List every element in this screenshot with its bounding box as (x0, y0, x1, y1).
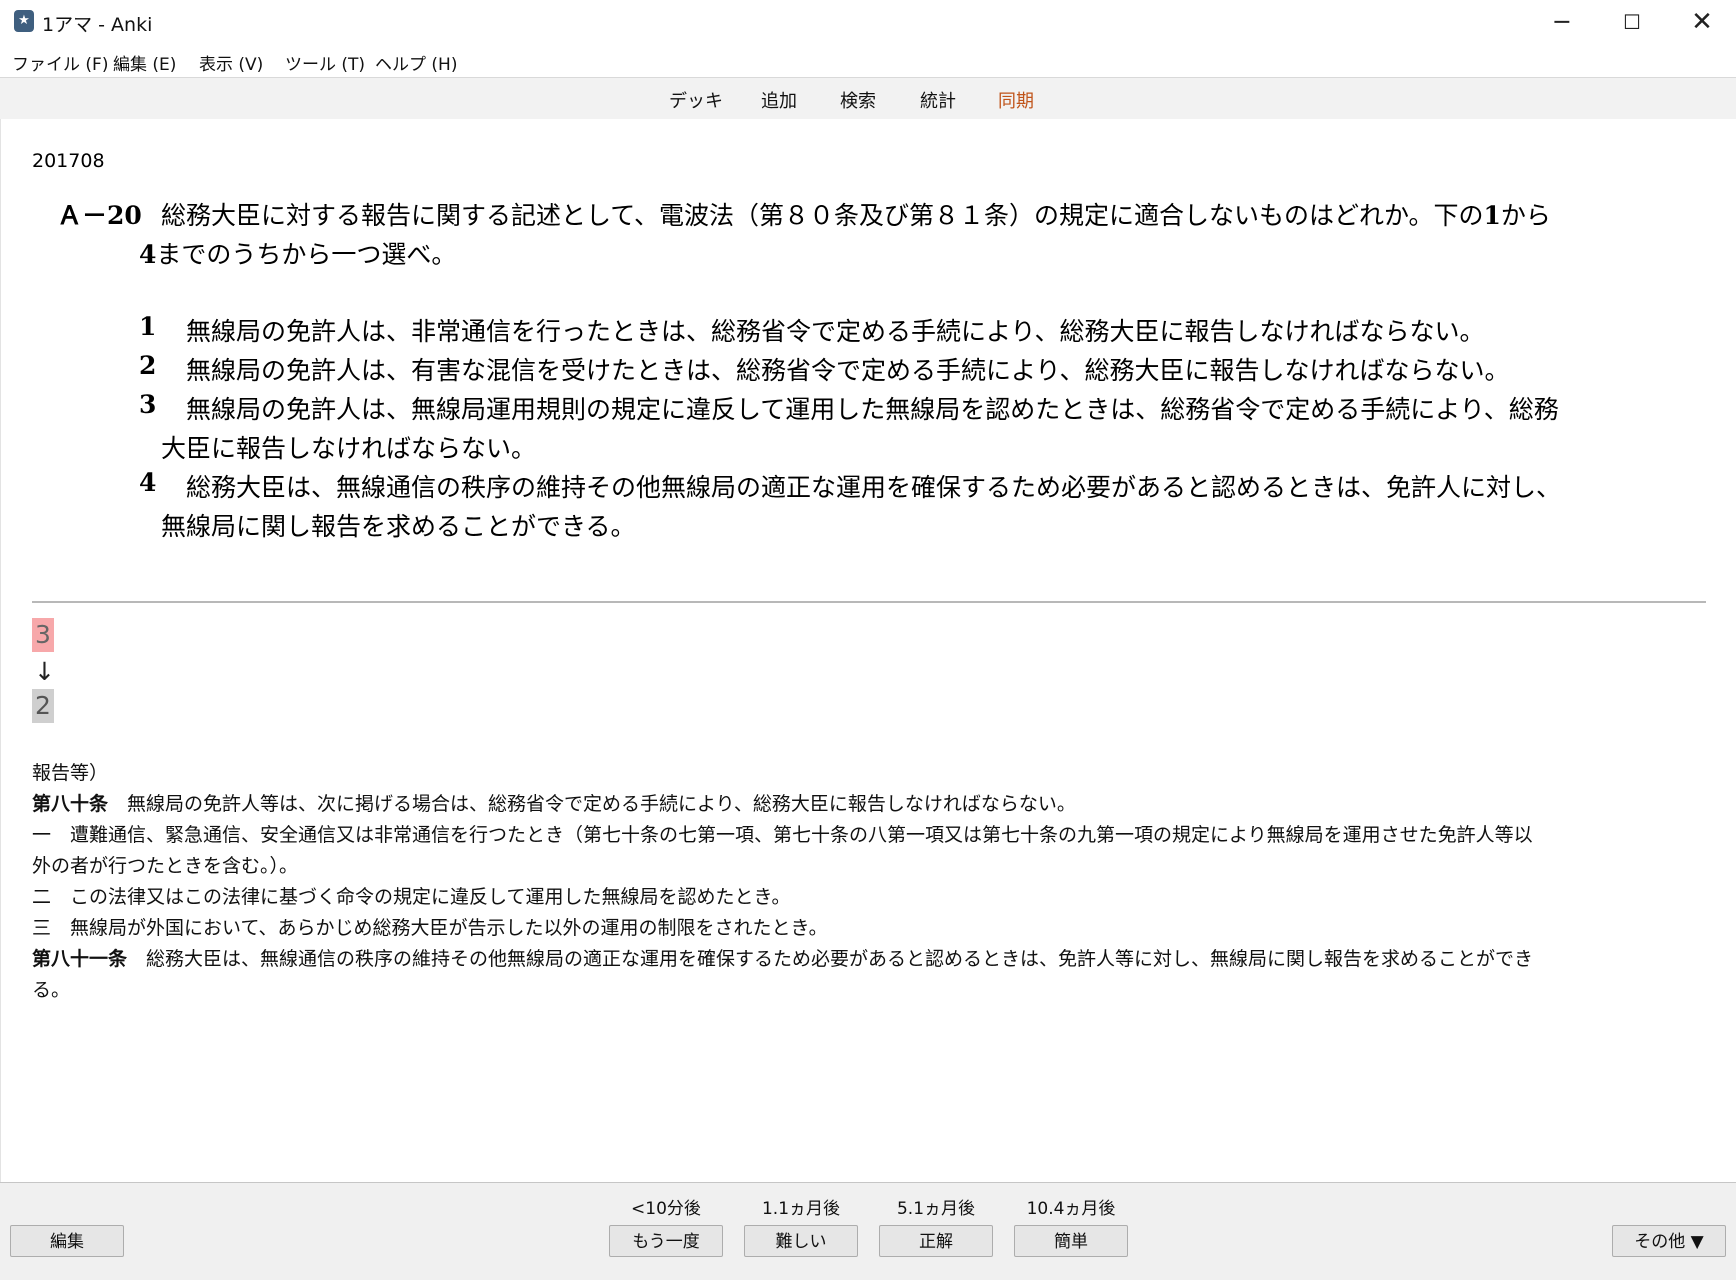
toolbar-browse[interactable]: 検索 (840, 87, 876, 113)
option-number: 2 (139, 351, 157, 380)
title-bar: ★ 1アマ - Anki ─ ☐ ✕ (0, 0, 1736, 46)
down-arrow-icon: ↓ (34, 657, 55, 686)
menu-tools[interactable]: ツール (T) (285, 50, 365, 75)
option-text: 無線局の免許人は、無線局運用規則の規定に違反して運用した無線局を認めたときは、総… (186, 395, 1559, 424)
menu-edit[interactable]: 編集 (E) (113, 50, 176, 75)
option-text-continued: 無線局に関し報告を求めることができる。 (161, 512, 636, 541)
law-item-1: 一 遭難通信、緊急通信、安全通信又は非常通信を行つたとき（第七十条の七第一項、第… (32, 824, 1533, 846)
answer-bar: 編集 <10分後 1.1ヵ月後 5.1ヵ月後 10.4ヵ月後 もう一度 難しい … (0, 1182, 1736, 1280)
hard-button[interactable]: 難しい (744, 1225, 858, 1257)
more-button[interactable]: その他 ▼ (1612, 1225, 1726, 1257)
menu-bar: ファイル (F) 編集 (E) 表示 (V) ツール (T) ヘルプ (H) (0, 46, 1736, 76)
menu-view[interactable]: 表示 (V) (199, 50, 263, 75)
option-number: 3 (139, 390, 157, 419)
interval-again: <10分後 (631, 1199, 701, 1219)
toolbar-sync[interactable]: 同期 (998, 87, 1034, 113)
toolbar-decks[interactable]: デッキ (669, 87, 723, 113)
option-text: 無線局の免許人は、非常通信を行ったときは、総務省令で定める手続により、総務大臣に… (186, 317, 1485, 346)
again-button[interactable]: もう一度 (609, 1225, 723, 1257)
law-item-3: 三 無線局が外国において、あらかじめ総務大臣が告示した以外の運用の制限をされたと… (32, 917, 828, 939)
menu-help[interactable]: ヘルプ (H) (375, 50, 457, 75)
law-heading: 報告等） (32, 762, 109, 784)
question-label: Ａ－20 (57, 201, 142, 230)
option-text-continued: 大臣に報告しなければならない。 (161, 434, 537, 463)
menu-file[interactable]: ファイル (F) (12, 50, 108, 75)
question-text-line2: 4までのうちから一つ選べ。 (139, 240, 457, 269)
main-toolbar: デッキ 追加 検索 統計 同期 (0, 77, 1736, 120)
law-item-2: 二 この法律又はこの法律に基づく命令の規定に違反して運用した無線局を認めたとき。 (32, 886, 791, 908)
law-article-81: 第八十一条 総務大臣は、無線通信の秩序の維持その他無線局の適正な運用を確保するた… (32, 948, 1534, 970)
toolbar-add[interactable]: 追加 (761, 87, 797, 113)
typed-answer: 3 (32, 618, 54, 652)
card-review-area: 201708 Ａ－20 総務大臣に対する報告に関する記述として、電波法（第８０条… (0, 119, 1736, 1182)
interval-hard: 1.1ヵ月後 (761, 1199, 841, 1219)
minimize-icon[interactable]: ─ (1527, 0, 1597, 46)
edit-button[interactable]: 編集 (10, 1225, 124, 1257)
anki-star-icon: ★ (14, 10, 34, 32)
toolbar-stats[interactable]: 統計 (920, 87, 956, 113)
option-text: 総務大臣は、無線通信の秩序の維持その他無線局の適正な運用を確保するため必要がある… (186, 473, 1562, 502)
answer-divider (32, 601, 1706, 603)
correct-answer: 2 (32, 689, 54, 723)
easy-button[interactable]: 簡単 (1014, 1225, 1128, 1257)
good-button[interactable]: 正解 (879, 1225, 993, 1257)
question-text-line1: 総務大臣に対する報告に関する記述として、電波法（第８０条及び第８１条）の規定に適… (161, 201, 1551, 230)
interval-easy: 10.4ヵ月後 (1026, 1199, 1116, 1219)
option-number: 1 (139, 312, 157, 341)
close-icon[interactable]: ✕ (1667, 0, 1736, 46)
law-item-1-continued: 外の者が行つたときを含む。）。 (32, 855, 299, 877)
law-article-80: 第八十条 無線局の免許人等は、次に掲げる場合は、総務省令で定める手続により、総務… (32, 793, 1076, 815)
window-title: 1アマ - Anki (42, 14, 153, 36)
law-article-81-continued: る。 (32, 979, 71, 1001)
option-number: 4 (139, 468, 157, 497)
maximize-icon[interactable]: ☐ (1597, 0, 1667, 46)
interval-good: 5.1ヵ月後 (896, 1199, 976, 1219)
option-text: 無線局の免許人は、有害な混信を受けたときは、総務省令で定める手続により、総務大臣… (186, 356, 1510, 385)
card-id: 201708 (32, 150, 105, 172)
